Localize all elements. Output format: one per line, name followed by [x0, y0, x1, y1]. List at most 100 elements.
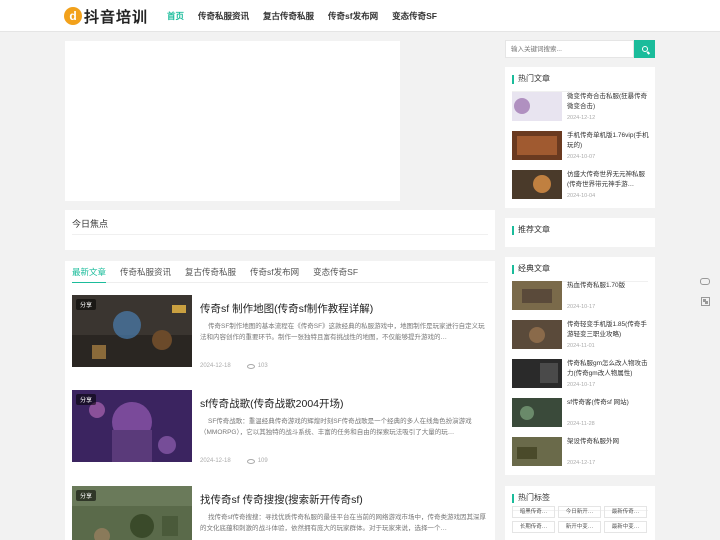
hot-tags-panel: 热门标签 暗黑传奇… 今日新开… 最新传奇… 长期传奇… 新开中变… 最新中变…	[505, 486, 655, 540]
site-header: d 抖音培训 首页 传奇私服资讯 复古传奇私服 传奇sf发布网 变态传奇SF	[0, 0, 720, 32]
tag-cloud: 暗黑传奇… 今日新开… 最新传奇… 长期传奇… 新开中变… 最新中变…	[512, 506, 652, 536]
thumbnail-tag: 分享	[76, 394, 97, 405]
article-image	[512, 437, 562, 466]
article-list-panel: 最新文章 传奇私服资讯 复古传奇私服 传奇sf发布网 变态传奇SF 分享 传奇s…	[65, 261, 495, 540]
article-image	[512, 359, 562, 388]
banner-area	[65, 41, 400, 201]
search-icon	[641, 46, 648, 52]
article-date: 2024-12-12	[567, 115, 596, 121]
classic-articles-title: 经典文章	[512, 257, 550, 281]
list-item[interactable]: 传奇轻变手机版1.85(传奇手游轻变三职业攻略) 2024-11-01	[512, 320, 648, 352]
nav-item-release[interactable]: 传奇sf发布网	[328, 0, 378, 32]
list-item[interactable]: 仿盛大传奇世界无元神私服(传奇世界带元神手游… 2024-10-04	[512, 170, 648, 202]
article-title[interactable]: sf传奇客(传奇sf 网站)	[567, 398, 649, 418]
article-thumbnail[interactable]	[512, 437, 562, 466]
view-count: 109	[257, 458, 268, 464]
search-button[interactable]	[634, 40, 655, 58]
nav-item-home[interactable]: 首页	[167, 0, 184, 32]
article-date: 2024-12-18	[200, 363, 231, 369]
logo-icon: d	[64, 7, 82, 25]
article-title[interactable]: 热血传奇私服1.70版	[567, 281, 649, 301]
tab-modded[interactable]: 变态传奇SF	[313, 261, 358, 283]
article-thumbnail[interactable]: 分享	[72, 486, 192, 540]
article-date: 2024-10-04	[567, 193, 596, 199]
article-image	[512, 131, 562, 160]
qrcode-icon	[700, 296, 710, 306]
list-item[interactable]: 微变传奇合击私服(狂暴传奇微变合击) 2024-12-12	[512, 92, 648, 124]
article-excerpt: 传奇SF制作地图的基本流程在《传奇SF》这款经典的私服游戏中，地图制作是玩家进行…	[200, 323, 485, 341]
article-thumbnail[interactable]	[512, 320, 562, 349]
article-thumbnail[interactable]: 分享	[72, 390, 192, 462]
nav-item-modded[interactable]: 变态传奇SF	[392, 0, 437, 32]
article-tabs: 最新文章 传奇私服资讯 复古传奇私服 传奇sf发布网 变态传奇SF	[72, 261, 488, 283]
list-item[interactable]: 分享 sf传奇战歌(传奇战歌2004开场) SF传奇战歌：重温经典传奇游戏的辉煌…	[72, 390, 488, 470]
list-item[interactable]: 热血传奇私服1.70版 2024-10-17	[512, 281, 648, 313]
tab-release[interactable]: 传奇sf发布网	[250, 261, 299, 283]
nav-item-news[interactable]: 传奇私服资讯	[198, 0, 249, 32]
article-title[interactable]: 架设传奇私服外网	[567, 437, 649, 457]
search-input[interactable]	[505, 40, 634, 58]
divider	[72, 234, 488, 235]
article-title[interactable]: 传奇私服gm怎么改人物攻击力(传奇gm改人物属性)	[567, 359, 649, 379]
list-item[interactable]: 分享 传奇sf 制作地图(传奇sf制作教程详解) 传奇SF制作地图的基本流程在《…	[72, 295, 488, 375]
article-image	[512, 398, 562, 427]
recommended-panel: 推荐文章	[505, 218, 655, 247]
qrcode-button[interactable]	[697, 293, 713, 309]
article-date: 2024-11-28	[567, 421, 595, 427]
thumbnail-tag: 分享	[76, 299, 97, 310]
focus-title: 今日焦点	[72, 219, 109, 229]
hot-articles-title: 热门文章	[512, 67, 550, 91]
tag-link[interactable]: 最新传奇…	[604, 506, 647, 518]
list-item[interactable]: 传奇私服gm怎么改人物攻击力(传奇gm改人物属性) 2024-10-17	[512, 359, 648, 391]
list-item[interactable]: 架设传奇私服外网 2024-12-17	[512, 437, 648, 469]
article-image	[512, 281, 562, 310]
article-image	[512, 92, 562, 121]
view-count: 103	[257, 363, 268, 369]
list-item[interactable]: 手机传奇单机版1.76vip(手机玩的) 2024-10-07	[512, 131, 649, 163]
article-thumbnail[interactable]	[512, 281, 562, 310]
article-meta: 2024-12-18 103	[200, 363, 268, 369]
article-image	[512, 170, 562, 199]
chat-icon	[700, 277, 710, 285]
tag-link[interactable]: 今日新开…	[558, 506, 601, 518]
focus-panel: 今日焦点	[65, 210, 495, 250]
article-date: 2024-12-17	[567, 460, 596, 466]
article-title[interactable]: 找传奇sf 传奇搜搜(搜索新开传奇sf)	[200, 492, 363, 507]
tab-news[interactable]: 传奇私服资讯	[120, 261, 171, 283]
tab-retro[interactable]: 复古传奇私服	[185, 261, 236, 283]
article-views: 103	[246, 363, 268, 369]
article-date: 2024-11-01	[567, 343, 595, 349]
list-item[interactable]: 分享 找传奇sf 传奇搜搜(搜索新开传奇sf) 找传奇sf传奇搜搜：寻找优质传奇…	[72, 486, 488, 540]
article-title[interactable]: 微变传奇合击私服(狂暴传奇微变合击)	[567, 92, 649, 112]
article-title[interactable]: 传奇轻变手机版1.85(传奇手游轻变三职业攻略)	[567, 320, 649, 340]
article-title[interactable]: sf传奇战歌(传奇战歌2004开场)	[200, 396, 344, 411]
recommended-title: 推荐文章	[512, 218, 550, 242]
hot-articles-panel: 热门文章 微变传奇合击私服(狂暴传奇微变合击) 2024-12-12 手机传奇单…	[505, 67, 655, 208]
eye-icon	[246, 363, 255, 369]
classic-articles-panel: 经典文章 热血传奇私服1.70版 2024-10-17 传奇轻变手机版1.85(…	[505, 257, 655, 475]
site-logo[interactable]: d 抖音培训	[64, 5, 148, 27]
tab-latest[interactable]: 最新文章	[72, 261, 107, 283]
nav-item-retro[interactable]: 复古传奇私服	[263, 0, 314, 32]
tag-link[interactable]: 最新中变…	[604, 521, 647, 533]
article-thumbnail[interactable]	[512, 131, 562, 160]
tag-link[interactable]: 暗黑传奇…	[512, 506, 555, 518]
article-title[interactable]: 传奇sf 制作地图(传奇sf制作教程详解)	[200, 301, 373, 316]
chat-button[interactable]	[697, 273, 713, 289]
article-date: 2024-10-17	[567, 382, 596, 388]
article-meta: 2024-12-18 109	[200, 458, 268, 464]
tag-link[interactable]: 长期传奇…	[512, 521, 555, 533]
article-thumbnail[interactable]: 分享	[72, 295, 192, 367]
article-thumbnail[interactable]	[512, 170, 562, 199]
article-title[interactable]: 手机传奇单机版1.76vip(手机玩的)	[567, 131, 649, 151]
article-date: 2024-10-17	[567, 304, 596, 310]
article-title[interactable]: 仿盛大传奇世界无元神私服(传奇世界带元神手游…	[567, 170, 649, 190]
article-views: 109	[246, 458, 268, 464]
list-item[interactable]: sf传奇客(传奇sf 网站) 2024-11-28	[512, 398, 648, 430]
article-date: 2024-12-18	[200, 458, 231, 464]
article-thumbnail[interactable]	[512, 398, 562, 427]
eye-icon	[246, 458, 255, 464]
article-thumbnail[interactable]	[512, 92, 562, 121]
article-thumbnail[interactable]	[512, 359, 562, 388]
tag-link[interactable]: 新开中变…	[558, 521, 601, 533]
